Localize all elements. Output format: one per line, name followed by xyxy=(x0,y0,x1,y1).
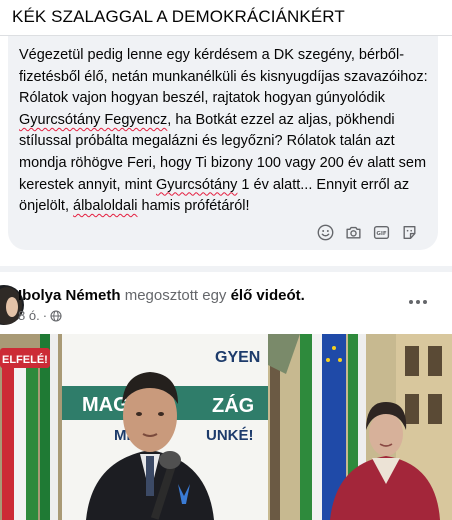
banner-badge: ELFELÉ! xyxy=(2,353,48,366)
camera-icon[interactable] xyxy=(345,224,362,241)
comment-text-part: Végezetül pedig lenne egy kérdésem a DK … xyxy=(19,47,428,107)
comment-composer-icons: GIF xyxy=(317,222,418,242)
meta-dot: · xyxy=(42,308,48,323)
banner-text-5: UNKÉ! xyxy=(206,427,254,444)
live-video-player[interactable]: MAGY GYEN ZÁG MIN UNKÉ! ELFELÉ! xyxy=(0,334,452,520)
misspelled-word: Gyurcsótány xyxy=(156,176,238,193)
gif-icon[interactable]: GIF xyxy=(373,224,390,241)
post-card: Ibolya Németh megosztott egy élő videót.… xyxy=(0,272,452,520)
misspelled-word: Gyurcsótány Fegyencz xyxy=(19,111,168,128)
gif-label: GIF xyxy=(376,231,387,237)
banner-text-3: ZÁG xyxy=(212,394,254,417)
comment-bubble: Végezetül pedig lenne egy kérdésem a DK … xyxy=(8,36,438,250)
group-header: KÉK SZALAGGAL A DEMOKRÁCIÁNKÉRT xyxy=(0,0,452,36)
banner-text-2: GYEN xyxy=(215,349,260,366)
author-name[interactable]: Ibolya Németh xyxy=(18,287,121,304)
video-frame: MAGY GYEN ZÁG MIN UNKÉ! ELFELÉ! xyxy=(0,334,452,520)
post-meta: 8 ó. · xyxy=(18,308,62,323)
comment-text-part: hamis prófétáról! xyxy=(137,198,250,215)
live-video-link[interactable]: élő videót. xyxy=(231,287,305,304)
group-title[interactable]: KÉK SZALAGGAL A DEMOKRÁCIÁNKÉRT xyxy=(12,7,345,27)
post-header: Ibolya Németh megosztott egy élő videót.… xyxy=(0,272,452,334)
sticker-icon[interactable] xyxy=(401,224,418,241)
misspelled-word: álbaloldali xyxy=(73,198,138,215)
shared-text: megosztott egy xyxy=(124,287,227,304)
post-options-button[interactable] xyxy=(400,290,436,314)
comment-panel: Végezetül pedig lenne egy kérdésem a DK … xyxy=(0,36,452,266)
globe-icon xyxy=(50,309,62,322)
comment-text: Végezetül pedig lenne egy kérdésem a DK … xyxy=(19,45,429,218)
post-timestamp[interactable]: 8 ó. xyxy=(18,308,40,323)
post-author-line: Ibolya Németh megosztott egy élő videót. xyxy=(18,287,305,304)
emoji-icon[interactable] xyxy=(317,224,334,241)
